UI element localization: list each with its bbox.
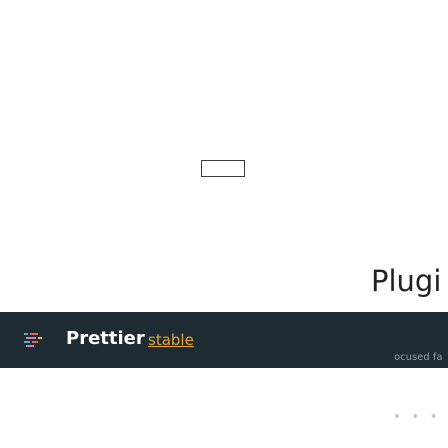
- page: Plugi Prettier stable ocused fa •••: [0, 0, 448, 448]
- prettier-logo-icon: [24, 331, 44, 349]
- ellipsis-dots: •••: [393, 409, 448, 425]
- prettier-bar: Prettier stable: [0, 312, 448, 368]
- prettier-name[interactable]: Prettier: [66, 328, 145, 349]
- plugin-heading: Plugi: [371, 264, 442, 298]
- placeholder-box: [201, 160, 245, 177]
- clipped-banner-text: ocused fa: [394, 352, 443, 363]
- prettier-version-link[interactable]: stable: [148, 331, 194, 349]
